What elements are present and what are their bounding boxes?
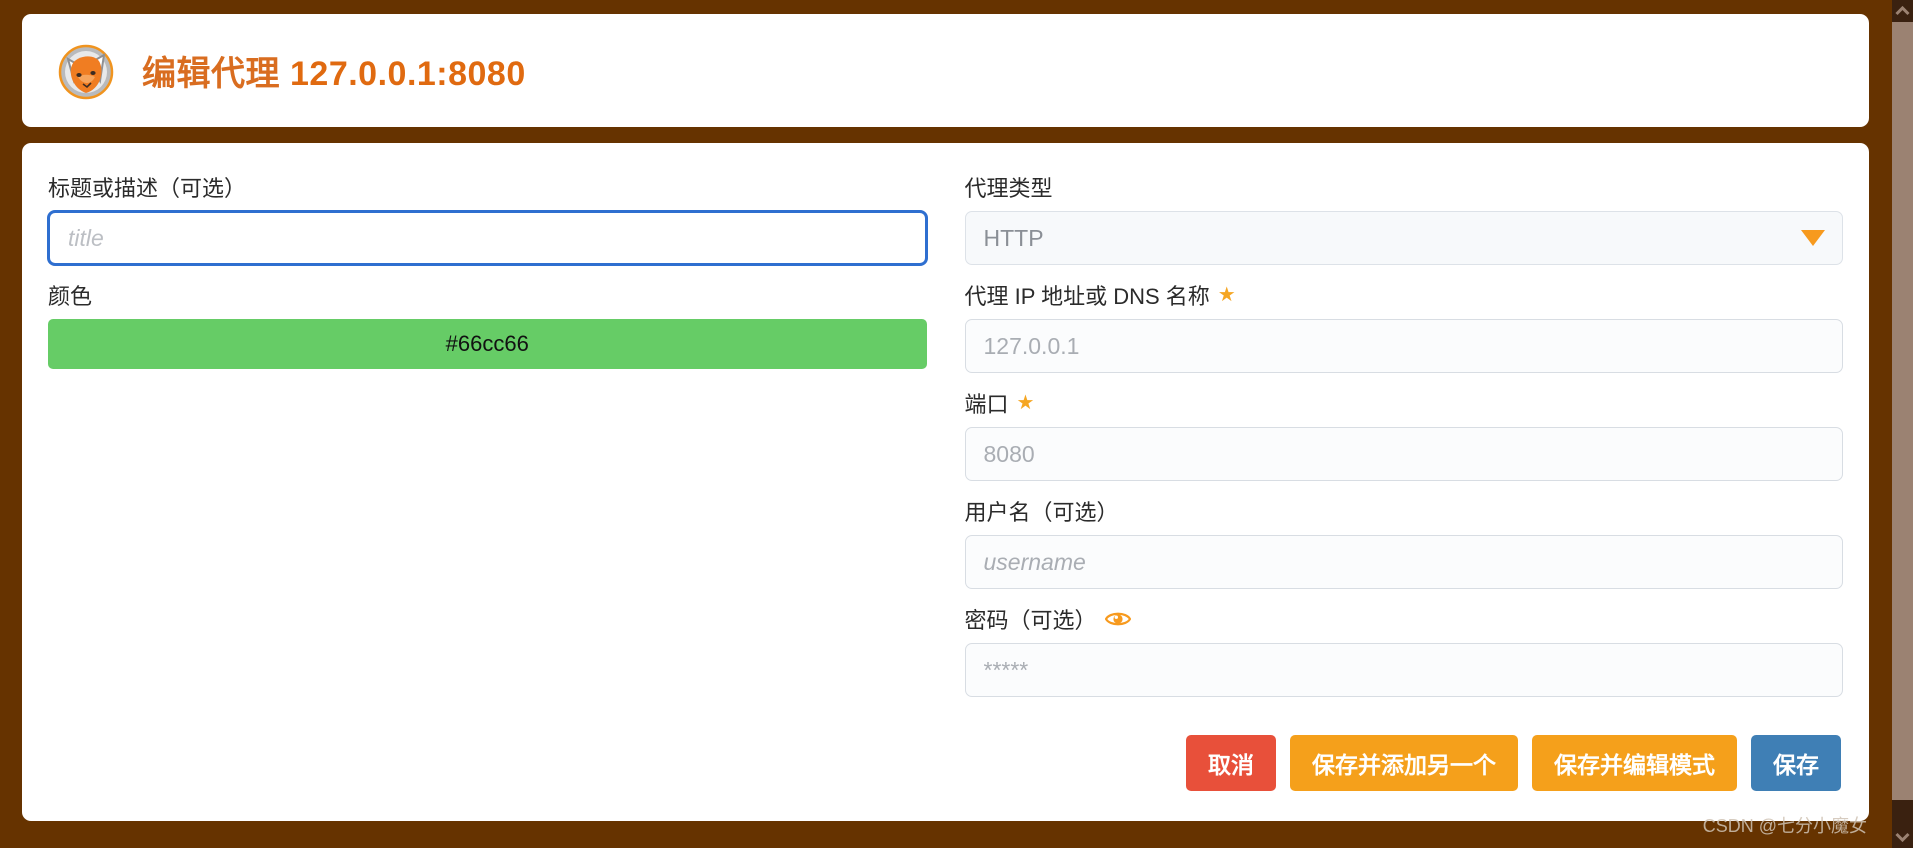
star-icon: ★	[1217, 284, 1236, 306]
vertical-scrollbar[interactable]	[1892, 0, 1913, 848]
host-label-text: 代理 IP 地址或 DNS 名称	[964, 284, 1210, 309]
proxy-type-select[interactable]: HTTP	[964, 211, 1843, 265]
watermark: CSDN @七分小魔女	[1702, 816, 1867, 836]
color-field-label: 颜色	[48, 284, 93, 309]
form-button-row: 取消 保存并添加另一个 保存并编辑模式 保存	[965, 735, 1844, 791]
title-input[interactable]	[48, 211, 927, 265]
username-label: 用户名（可选）	[964, 500, 1119, 525]
port-label-text: 端口	[964, 392, 1009, 417]
save-button[interactable]: 保存	[1751, 735, 1841, 791]
port-field-group: 端口 ★	[964, 381, 1844, 481]
username-field-group: 用户名（可选）	[964, 489, 1843, 589]
title-field-group: 标题或描述（可选）	[48, 165, 927, 265]
foxyproxy-fox-logo-icon	[52, 37, 120, 105]
save-and-add-another-button[interactable]: 保存并添加另一个	[1290, 735, 1518, 791]
proxy-form-panel: 标题或描述（可选） 颜色 #66cc66 代理类型 HTTP 代理 IP 地址或…	[22, 143, 1869, 821]
proxy-type-select-wrapper: HTTP	[964, 211, 1843, 265]
host-field-group: 代理 IP 地址或 DNS 名称 ★	[964, 273, 1844, 373]
host-input[interactable]	[964, 319, 1843, 373]
password-label: 密码（可选）	[965, 597, 1844, 643]
chevron-down-icon[interactable]	[1892, 826, 1913, 848]
form-right-column: 代理类型 HTTP 代理 IP 地址或 DNS 名称 ★ 端口 ★	[959, 165, 1844, 821]
save-and-edit-pattern-button[interactable]: 保存并编辑模式	[1532, 735, 1737, 791]
port-input[interactable]	[964, 427, 1843, 481]
eye-icon[interactable]	[1104, 610, 1131, 628]
star-icon: ★	[1016, 392, 1035, 414]
chevron-up-icon[interactable]	[1892, 0, 1913, 22]
password-label-text: 密码（可选）	[964, 608, 1097, 633]
scrollbar-thumb[interactable]	[1892, 22, 1913, 800]
password-input[interactable]	[964, 643, 1843, 697]
page-title: 编辑代理 127.0.0.1:8080	[142, 46, 526, 95]
host-label: 代理 IP 地址或 DNS 名称 ★	[965, 273, 1844, 319]
cancel-button[interactable]: 取消	[1186, 735, 1276, 791]
username-input[interactable]	[964, 535, 1843, 589]
page-title-text: 编辑代理	[142, 55, 280, 93]
port-label: 端口 ★	[965, 381, 1844, 427]
foxyproxy-edit-proxy-window: 编辑代理 127.0.0.1:8080 标题或描述（可选） 颜色 #66cc66 …	[0, 0, 1913, 848]
password-field-group: 密码（可选）	[964, 597, 1844, 697]
chevron-down-icon[interactable]	[1801, 230, 1825, 246]
page-title-address: 127.0.0.1:8080	[290, 55, 526, 93]
form-left-column: 标题或描述（可选） 颜色 #66cc66	[48, 165, 933, 821]
header-panel: 编辑代理 127.0.0.1:8080	[22, 14, 1869, 127]
color-field-group: 颜色 #66cc66	[48, 273, 927, 369]
color-swatch-button[interactable]: #66cc66	[48, 319, 927, 369]
title-field-label: 标题或描述（可选）	[48, 176, 247, 201]
proxy-type-field-group: 代理类型 HTTP	[964, 165, 1843, 265]
proxy-type-label: 代理类型	[964, 176, 1053, 201]
